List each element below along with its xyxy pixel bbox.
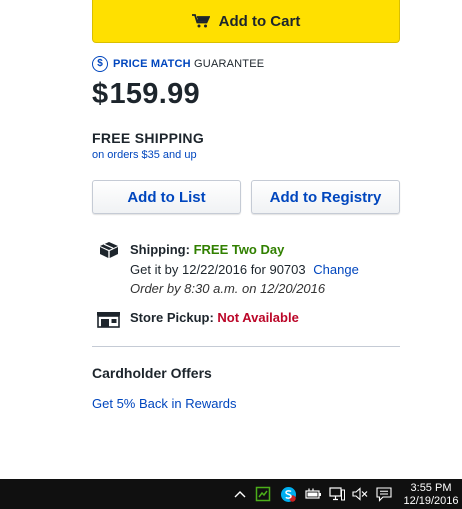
add-to-cart-button[interactable]: Add to Cart (92, 0, 400, 43)
delivery-estimate: Get it by 12/22/2016 for 90703 Change (130, 262, 359, 277)
package-icon (100, 242, 118, 258)
taskbar: 3:55 PM 12/19/2016 (0, 479, 462, 509)
price-match-guarantee[interactable]: $ PRICE MATCH GUARANTEE (92, 55, 264, 72)
cardholder-offers-title: Cardholder Offers (92, 365, 212, 381)
skype-icon (280, 486, 296, 502)
price-amount: 159.99 (109, 78, 200, 110)
delivery-text: Get it by 12/22/2016 for 90703 (130, 262, 306, 277)
chevron-up-icon (234, 491, 246, 498)
volume-muted-icon (352, 487, 368, 501)
free-shipping-title: FREE SHIPPING (92, 130, 205, 146)
rewards-offer-link[interactable]: Get 5% Back in Rewards (92, 396, 237, 411)
volume-tray-button[interactable] (350, 479, 370, 509)
add-to-registry-button[interactable]: Add to Registry (251, 180, 400, 214)
store-pickup-line: Store Pickup: Not Available (130, 310, 299, 325)
network-tray-button[interactable] (327, 479, 347, 509)
product-price: $159.99 (92, 78, 200, 111)
order-by-text: Order by 8:30 a.m. on 12/20/2016 (130, 281, 326, 296)
clock-date: 12/19/2016 (403, 495, 459, 507)
action-center-button[interactable] (374, 479, 394, 509)
tray-app-button[interactable] (253, 479, 273, 509)
price-match-bold: PRICE MATCH (113, 57, 191, 70)
shipping-label: Shipping: (130, 242, 190, 257)
battery-tray-button[interactable] (303, 479, 323, 509)
cart-icon (191, 14, 210, 28)
notification-icon (376, 486, 392, 502)
shipping-status: FREE Two Day (193, 242, 285, 257)
taskbar-clock[interactable]: 3:55 PM 12/19/2016 (400, 482, 462, 508)
clock-time: 3:55 PM (410, 482, 452, 494)
pickup-label: Store Pickup: (130, 310, 214, 325)
dollar-circle-icon: $ (92, 55, 108, 72)
network-icon (329, 487, 345, 501)
section-divider (92, 346, 400, 347)
store-icon (97, 312, 120, 328)
price-currency: $ (92, 78, 109, 110)
battery-icon (304, 488, 321, 499)
free-shipping-subtitle: on orders $35 and up (92, 149, 197, 161)
skype-tray-button[interactable] (278, 479, 298, 509)
pickup-status: Not Available (217, 310, 299, 325)
shipping-status-line: Shipping: FREE Two Day (130, 242, 284, 257)
add-to-list-button[interactable]: Add to List (92, 180, 241, 214)
app-tray-icon (255, 486, 271, 502)
price-match-rest: GUARANTEE (194, 57, 265, 70)
add-to-cart-label: Add to Cart (218, 12, 301, 30)
show-hidden-icons-button[interactable] (231, 479, 249, 509)
change-zip-link[interactable]: Change (313, 262, 359, 277)
